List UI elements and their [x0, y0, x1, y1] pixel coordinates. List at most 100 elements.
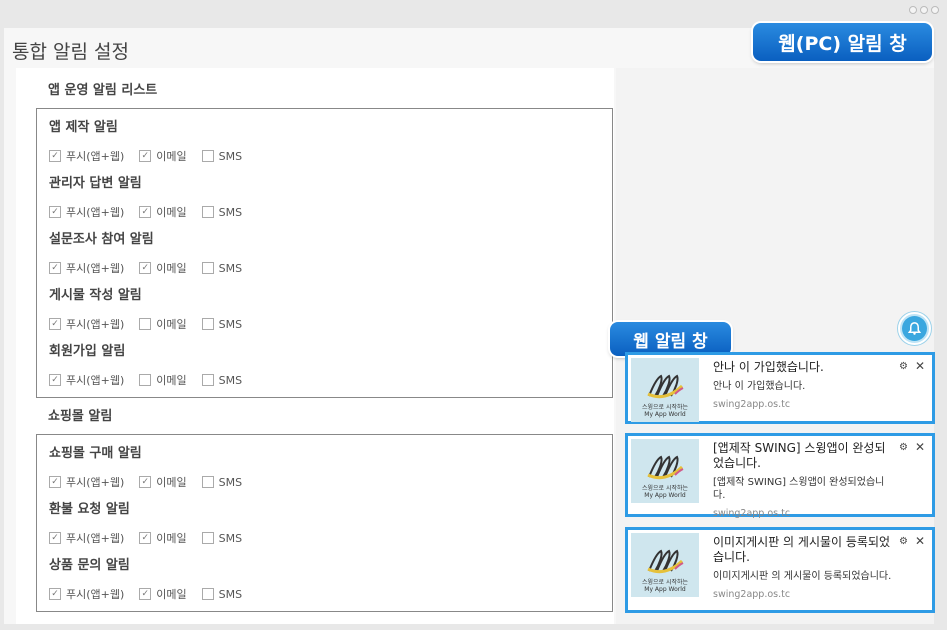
- push-option[interactable]: ✓ 푸시(앱+웹): [49, 260, 124, 276]
- push-label: 푸시(앱+웹): [66, 262, 125, 275]
- push-option[interactable]: ✓ 푸시(앱+웹): [49, 204, 124, 220]
- window-dot-icon[interactable]: [909, 6, 917, 14]
- sms-checkbox[interactable]: [201, 476, 214, 488]
- email-label: 이메일: [156, 150, 187, 163]
- sms-checkbox[interactable]: [201, 318, 214, 330]
- web-notification[interactable]: 스윙으로 시작하는 My App World 안나 이 가입했습니다. 안나 이 가입…: [625, 352, 935, 424]
- email-option[interactable]: ✓ 이메일: [139, 474, 187, 490]
- app-window: 통합 알림 설정 앱 운영 알림 리스트 앱 제작 알림 ✓ 푸시(앱+웹) ✓ 이메일 S…: [0, 0, 947, 630]
- thumb-text: 스윙으로 시작하는: [641, 485, 689, 492]
- option-row: ✓ 푸시(앱+웹) ✓ 이메일 SMS: [49, 586, 257, 602]
- notification-origin: swing2app.os.tc: [713, 508, 791, 519]
- thumb-text: My App World: [644, 492, 686, 499]
- gear-icon[interactable]: ⚙: [899, 536, 908, 547]
- email-option[interactable]: ✓ 이메일: [139, 260, 187, 276]
- push-option[interactable]: ✓ 푸시(앱+웹): [49, 316, 124, 332]
- section-title: 앱 운영 알림 리스트: [48, 83, 158, 98]
- email-checkbox[interactable]: ✓: [139, 150, 152, 162]
- sms-checkbox[interactable]: [201, 588, 214, 600]
- push-option[interactable]: ✓ 푸시(앱+웹): [49, 586, 124, 602]
- sms-checkbox[interactable]: [201, 206, 214, 218]
- notification-thumbnail: 스윙으로 시작하는 My App World: [631, 533, 699, 597]
- sms-checkbox[interactable]: [201, 374, 214, 386]
- email-checkbox[interactable]: ✓: [139, 476, 152, 488]
- push-checkbox[interactable]: ✓: [49, 318, 61, 330]
- sms-option[interactable]: SMS: [201, 475, 243, 489]
- notification-title: 이미지게시판 의 게시물이 등록되었습니다.: [713, 535, 891, 564]
- email-checkbox[interactable]: ✓: [139, 262, 152, 274]
- email-label: 이메일: [156, 532, 187, 545]
- email-label: 이메일: [156, 374, 187, 387]
- bell-button[interactable]: [898, 312, 931, 345]
- sms-checkbox[interactable]: [201, 150, 214, 162]
- push-checkbox[interactable]: ✓: [49, 150, 61, 162]
- email-checkbox[interactable]: ✓: [139, 206, 152, 218]
- push-checkbox[interactable]: ✓: [49, 262, 61, 274]
- option-row: ✓ 푸시(앱+웹) ✓ 이메일 SMS: [49, 530, 257, 546]
- sms-option[interactable]: SMS: [201, 318, 242, 331]
- email-option[interactable]: 이메일: [139, 316, 187, 332]
- gear-icon[interactable]: ⚙: [899, 361, 908, 372]
- web-notification[interactable]: 스윙으로 시작하는 My App World [앱제작 SWING] 스윙앱이 완성…: [625, 433, 935, 519]
- notification-setting-item: 환불 요청 알림 ✓ 푸시(앱+웹) ✓ 이메일 SMS: [49, 498, 257, 546]
- email-checkbox[interactable]: ✓: [139, 588, 152, 600]
- notification-setting-item: 회원가입 알림 ✓ 푸시(앱+웹) 이메일 SMS: [49, 340, 257, 388]
- setting-item-title: 앱 제작 알림: [49, 120, 118, 135]
- sms-checkbox[interactable]: [201, 532, 214, 544]
- notification-body: 안나 이 가입했습니다.: [713, 381, 806, 392]
- sms-label: SMS: [218, 149, 243, 163]
- setting-item-title: 게시물 작성 알림: [49, 288, 142, 303]
- push-option[interactable]: ✓ 푸시(앱+웹): [49, 530, 124, 546]
- app-logo-icon: [647, 549, 684, 574]
- push-label: 푸시(앱+웹): [66, 476, 125, 489]
- notification-setting-item: 게시물 작성 알림 ✓ 푸시(앱+웹) 이메일 SMS: [49, 284, 257, 332]
- notification-text: [앱제작 SWING] 스윙앱이 완성되었습니다. [앱제작 SWING] 스윙앱…: [713, 441, 892, 519]
- web-notification[interactable]: 스윙으로 시작하는 My App World 이미지게시판 의 게시물이 등록되었습…: [625, 527, 935, 613]
- sms-option[interactable]: SMS: [201, 149, 243, 163]
- push-label: 푸시(앱+웹): [66, 318, 125, 331]
- push-option[interactable]: ✓ 푸시(앱+웹): [49, 372, 124, 388]
- notification-setting-item: 설문조사 참여 알림 ✓ 푸시(앱+웹) ✓ 이메일 SMS: [49, 228, 257, 276]
- push-checkbox[interactable]: ✓: [49, 476, 61, 488]
- push-checkbox[interactable]: ✓: [49, 588, 61, 600]
- app-logo-icon: [647, 374, 684, 399]
- notification-thumbnail: 스윙으로 시작하는 My App World: [631, 358, 699, 422]
- notification-setting-item: 관리자 답변 알림 ✓ 푸시(앱+웹) ✓ 이메일 SMS: [49, 172, 257, 220]
- email-option[interactable]: 이메일: [139, 372, 187, 388]
- sms-option[interactable]: SMS: [201, 206, 242, 219]
- option-row: ✓ 푸시(앱+웹) ✓ 이메일 SMS: [49, 148, 257, 164]
- email-label: 이메일: [156, 588, 187, 601]
- window-dot-icon[interactable]: [920, 6, 928, 14]
- gear-icon[interactable]: ⚙: [899, 442, 908, 453]
- sms-option[interactable]: SMS: [201, 374, 242, 387]
- push-option[interactable]: ✓ 푸시(앱+웹): [49, 474, 124, 490]
- push-checkbox[interactable]: ✓: [49, 206, 61, 218]
- sms-checkbox[interactable]: [201, 262, 214, 274]
- pc-window-badge: 웹(PC) 알림 창: [753, 23, 932, 61]
- push-label: 푸시(앱+웹): [66, 374, 125, 387]
- email-option[interactable]: ✓ 이메일: [139, 204, 187, 220]
- email-option[interactable]: ✓ 이메일: [139, 530, 187, 546]
- sms-label: SMS: [218, 475, 243, 489]
- push-option[interactable]: ✓ 푸시(앱+웹): [49, 148, 124, 164]
- sms-option[interactable]: SMS: [201, 587, 243, 601]
- bell-icon: [902, 316, 927, 341]
- close-icon[interactable]: ✕: [915, 534, 925, 548]
- email-checkbox[interactable]: ✓: [139, 532, 152, 544]
- notification-title: 안나 이 가입했습니다.: [713, 360, 824, 374]
- sms-label: SMS: [218, 587, 243, 601]
- email-option[interactable]: ✓ 이메일: [139, 586, 187, 602]
- close-icon[interactable]: ✕: [915, 359, 925, 373]
- window-dot-icon[interactable]: [931, 6, 939, 14]
- close-icon[interactable]: ✕: [915, 440, 925, 454]
- email-checkbox[interactable]: [139, 374, 152, 386]
- email-option[interactable]: ✓ 이메일: [139, 148, 187, 164]
- sms-option[interactable]: SMS: [201, 532, 242, 545]
- sms-option[interactable]: SMS: [201, 262, 242, 275]
- push-checkbox[interactable]: ✓: [49, 532, 61, 544]
- setting-item-title: 회원가입 알림: [49, 344, 126, 359]
- notification-setting-item: 앱 제작 알림 ✓ 푸시(앱+웹) ✓ 이메일 SMS: [49, 116, 257, 164]
- push-checkbox[interactable]: ✓: [49, 374, 61, 386]
- email-checkbox[interactable]: [139, 318, 152, 330]
- notification-title: [앱제작 SWING] 스윙앱이 완성되었습니다.: [713, 441, 886, 470]
